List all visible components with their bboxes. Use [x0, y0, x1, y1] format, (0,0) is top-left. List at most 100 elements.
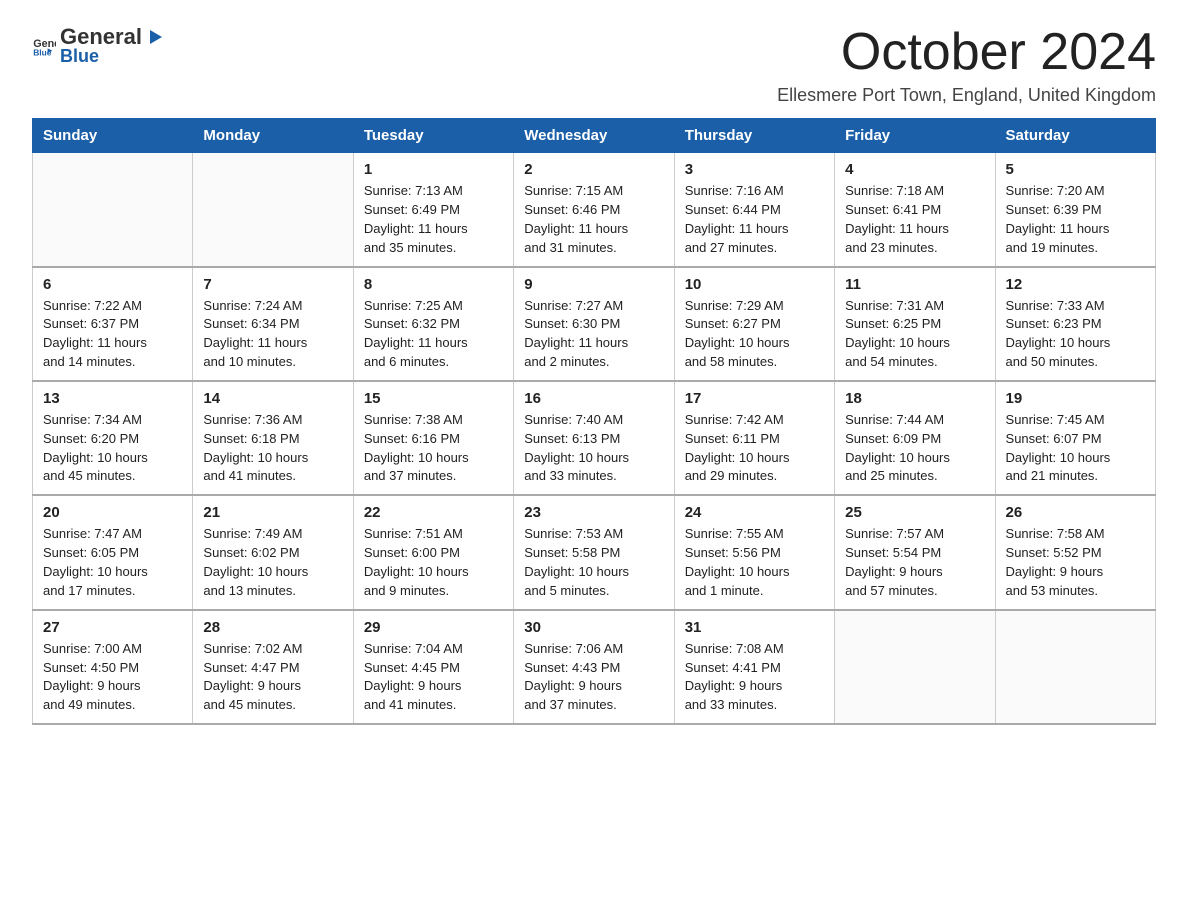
col-monday: Monday: [193, 119, 353, 153]
day-number: 25: [845, 504, 984, 521]
day-info: Sunrise: 7:44 AM Sunset: 6:09 PM Dayligh…: [845, 411, 984, 486]
page-header: General Blue General Blue October 2024 E…: [32, 24, 1156, 106]
day-info: Sunrise: 7:47 AM Sunset: 6:05 PM Dayligh…: [43, 525, 182, 600]
day-info: Sunrise: 7:25 AM Sunset: 6:32 PM Dayligh…: [364, 297, 503, 372]
calendar-cell: 6Sunrise: 7:22 AM Sunset: 6:37 PM Daylig…: [33, 267, 193, 381]
day-info: Sunrise: 7:04 AM Sunset: 4:45 PM Dayligh…: [364, 640, 503, 715]
day-number: 22: [364, 504, 503, 521]
day-number: 27: [43, 619, 182, 636]
day-info: Sunrise: 7:27 AM Sunset: 6:30 PM Dayligh…: [524, 297, 663, 372]
calendar-row-3: 13 Sunrise: 7:34 AM Sunset: 6:20 PM Dayli…: [33, 381, 1156, 495]
day-info: Sunrise: 7:00 AM Sunset: 4:50 PM Dayligh…: [43, 640, 182, 715]
day-number: 8: [364, 276, 503, 293]
day-number: 24: [685, 504, 824, 521]
calendar-cell: 10 Sunrise: 7:29 AM Sunset: 6:27 PM Dayli…: [674, 267, 834, 381]
calendar-cell: 27 Sunrise: 7:00 AM Sunset: 4:50 PM Dayli…: [33, 610, 193, 724]
day-number: 16: [524, 390, 663, 407]
calendar-table: Sunday Monday Tuesday Wednesday Thursday…: [32, 118, 1156, 725]
day-number: 11: [845, 276, 984, 293]
day-info: Sunrise: 7:42 AM Sunset: 6:11 PM Dayligh…: [685, 411, 824, 486]
day-number: 29: [364, 619, 503, 636]
calendar-row-2: 6Sunrise: 7:22 AM Sunset: 6:37 PM Daylig…: [33, 267, 1156, 381]
header-row: Sunday Monday Tuesday Wednesday Thursday…: [33, 119, 1156, 153]
day-info: Sunrise: 7:13 AM Sunset: 6:49 PM Dayligh…: [364, 182, 503, 257]
calendar-cell: 30 Sunrise: 7:06 AM Sunset: 4:43 PM Dayli…: [514, 610, 674, 724]
calendar-cell: [995, 610, 1155, 724]
calendar-cell: 31Sunrise: 7:08 AM Sunset: 4:41 PM Dayli…: [674, 610, 834, 724]
calendar-cell: 12 Sunrise: 7:33 AM Sunset: 6:23 PM Dayli…: [995, 267, 1155, 381]
day-number: 31: [685, 619, 824, 636]
day-number: 7: [203, 276, 342, 293]
day-info: Sunrise: 7:58 AM Sunset: 5:52 PM Dayligh…: [1006, 525, 1145, 600]
day-info: Sunrise: 7:20 AM Sunset: 6:39 PM Dayligh…: [1006, 182, 1145, 257]
calendar-cell: 23Sunrise: 7:53 AM Sunset: 5:58 PM Dayli…: [514, 495, 674, 609]
calendar-body: 1 Sunrise: 7:13 AM Sunset: 6:49 PM Daylig…: [33, 153, 1156, 724]
col-thursday: Thursday: [674, 119, 834, 153]
calendar-cell: 4Sunrise: 7:18 AM Sunset: 6:41 PM Daylig…: [835, 153, 995, 267]
day-info: Sunrise: 7:33 AM Sunset: 6:23 PM Dayligh…: [1006, 297, 1145, 372]
day-info: Sunrise: 7:24 AM Sunset: 6:34 PM Dayligh…: [203, 297, 342, 372]
day-number: 17: [685, 390, 824, 407]
calendar-cell: 19 Sunrise: 7:45 AM Sunset: 6:07 PM Dayli…: [995, 381, 1155, 495]
day-number: 4: [845, 161, 984, 178]
day-info: Sunrise: 7:45 AM Sunset: 6:07 PM Dayligh…: [1006, 411, 1145, 486]
day-number: 18: [845, 390, 984, 407]
title-section: October 2024 Ellesmere Port Town, Englan…: [777, 24, 1156, 106]
logo-arrow-icon: [144, 26, 166, 48]
day-number: 30: [524, 619, 663, 636]
calendar-cell: 21 Sunrise: 7:49 AM Sunset: 6:02 PM Dayli…: [193, 495, 353, 609]
day-info: Sunrise: 7:40 AM Sunset: 6:13 PM Dayligh…: [524, 411, 663, 486]
day-number: 1: [364, 161, 503, 178]
calendar-cell: 14Sunrise: 7:36 AM Sunset: 6:18 PM Dayli…: [193, 381, 353, 495]
day-number: 19: [1006, 390, 1145, 407]
day-number: 10: [685, 276, 824, 293]
col-sunday: Sunday: [33, 119, 193, 153]
calendar-row-4: 20Sunrise: 7:47 AM Sunset: 6:05 PM Dayli…: [33, 495, 1156, 609]
day-info: Sunrise: 7:38 AM Sunset: 6:16 PM Dayligh…: [364, 411, 503, 486]
calendar-cell: 8 Sunrise: 7:25 AM Sunset: 6:32 PM Daylig…: [353, 267, 513, 381]
calendar-cell: 2Sunrise: 7:15 AM Sunset: 6:46 PM Daylig…: [514, 153, 674, 267]
calendar-cell: 26Sunrise: 7:58 AM Sunset: 5:52 PM Dayli…: [995, 495, 1155, 609]
day-info: Sunrise: 7:29 AM Sunset: 6:27 PM Dayligh…: [685, 297, 824, 372]
day-number: 13: [43, 390, 182, 407]
day-info: Sunrise: 7:49 AM Sunset: 6:02 PM Dayligh…: [203, 525, 342, 600]
calendar-cell: 28 Sunrise: 7:02 AM Sunset: 4:47 PM Dayli…: [193, 610, 353, 724]
logo-icon: General Blue: [32, 34, 56, 58]
calendar-cell: 11 Sunrise: 7:31 AM Sunset: 6:25 PM Dayli…: [835, 267, 995, 381]
day-number: 15: [364, 390, 503, 407]
calendar-cell: 15 Sunrise: 7:38 AM Sunset: 6:16 PM Dayli…: [353, 381, 513, 495]
calendar-cell: 9 Sunrise: 7:27 AM Sunset: 6:30 PM Daylig…: [514, 267, 674, 381]
day-number: 21: [203, 504, 342, 521]
calendar-cell: 22 Sunrise: 7:51 AM Sunset: 6:00 PM Dayli…: [353, 495, 513, 609]
day-info: Sunrise: 7:02 AM Sunset: 4:47 PM Dayligh…: [203, 640, 342, 715]
day-info: Sunrise: 7:31 AM Sunset: 6:25 PM Dayligh…: [845, 297, 984, 372]
calendar-cell: 20Sunrise: 7:47 AM Sunset: 6:05 PM Dayli…: [33, 495, 193, 609]
day-number: 14: [203, 390, 342, 407]
calendar-cell: 16 Sunrise: 7:40 AM Sunset: 6:13 PM Dayli…: [514, 381, 674, 495]
calendar-cell: 3Sunrise: 7:16 AM Sunset: 6:44 PM Daylig…: [674, 153, 834, 267]
day-info: Sunrise: 7:06 AM Sunset: 4:43 PM Dayligh…: [524, 640, 663, 715]
day-number: 23: [524, 504, 663, 521]
calendar-row-5: 27 Sunrise: 7:00 AM Sunset: 4:50 PM Dayli…: [33, 610, 1156, 724]
day-info: Sunrise: 7:51 AM Sunset: 6:00 PM Dayligh…: [364, 525, 503, 600]
col-tuesday: Tuesday: [353, 119, 513, 153]
calendar-cell: 5Sunrise: 7:20 AM Sunset: 6:39 PM Daylig…: [995, 153, 1155, 267]
col-friday: Friday: [835, 119, 995, 153]
day-number: 9: [524, 276, 663, 293]
page-subtitle: Ellesmere Port Town, England, United Kin…: [777, 85, 1156, 106]
day-info: Sunrise: 7:16 AM Sunset: 6:44 PM Dayligh…: [685, 182, 824, 257]
calendar-cell: [193, 153, 353, 267]
calendar-cell: 29 Sunrise: 7:04 AM Sunset: 4:45 PM Dayli…: [353, 610, 513, 724]
calendar-cell: 25 Sunrise: 7:57 AM Sunset: 5:54 PM Dayli…: [835, 495, 995, 609]
calendar-cell: 18 Sunrise: 7:44 AM Sunset: 6:09 PM Dayli…: [835, 381, 995, 495]
page-title: October 2024: [777, 24, 1156, 81]
day-number: 28: [203, 619, 342, 636]
calendar-header: Sunday Monday Tuesday Wednesday Thursday…: [33, 119, 1156, 153]
calendar-row-1: 1 Sunrise: 7:13 AM Sunset: 6:49 PM Daylig…: [33, 153, 1156, 267]
day-number: 12: [1006, 276, 1145, 293]
logo: General Blue General Blue: [32, 24, 166, 67]
day-info: Sunrise: 7:57 AM Sunset: 5:54 PM Dayligh…: [845, 525, 984, 600]
calendar-cell: 1 Sunrise: 7:13 AM Sunset: 6:49 PM Daylig…: [353, 153, 513, 267]
calendar-cell: 24Sunrise: 7:55 AM Sunset: 5:56 PM Dayli…: [674, 495, 834, 609]
day-info: Sunrise: 7:34 AM Sunset: 6:20 PM Dayligh…: [43, 411, 182, 486]
